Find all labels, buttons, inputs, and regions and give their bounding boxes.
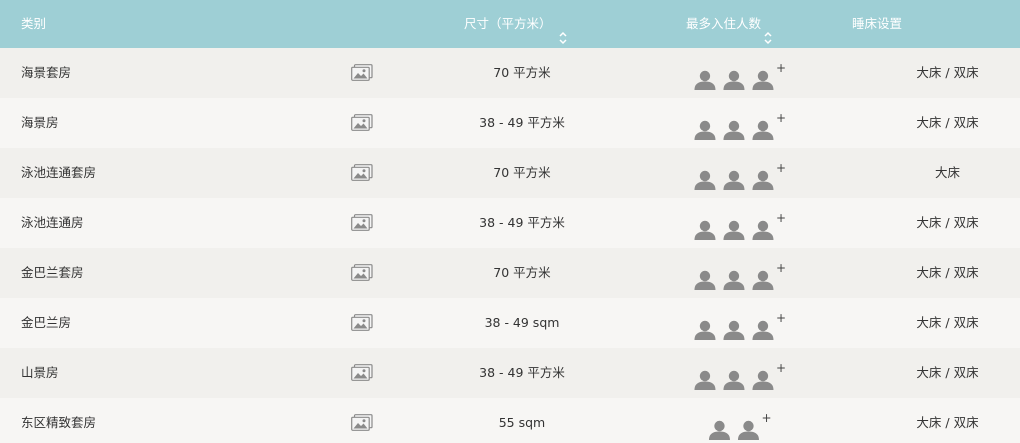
room-name: 泳池连通套房 — [21, 165, 97, 180]
room-name: 海景房 — [21, 115, 59, 130]
max-occupancy: + — [660, 98, 820, 148]
room-name: 金巴兰房 — [21, 315, 72, 330]
bed-setup: 大床 / 双床 — [916, 215, 979, 230]
person-icon — [752, 161, 774, 190]
bed-setup: 大床 / 双床 — [916, 65, 979, 80]
occupancy-plus: + — [775, 261, 787, 275]
room-name: 东区精致套房 — [21, 415, 97, 430]
person-icon — [723, 161, 745, 190]
room-table: 类别 尺寸（平方米） 最多入住人数 睡床设置 海景套房 70 平方米 + 大床 / 双… — [0, 0, 1020, 443]
room-name: 海景套房 — [21, 65, 72, 80]
photo-gallery-icon[interactable] — [351, 248, 373, 298]
sort-updown-icon[interactable] — [558, 17, 567, 44]
room-size: 70 平方米 — [493, 65, 551, 80]
photo-gallery-icon[interactable] — [351, 398, 373, 443]
room-size: 55 sqm — [498, 415, 546, 430]
sort-updown-icon[interactable] — [764, 17, 772, 44]
max-occupancy: + — [660, 198, 820, 248]
bed-setup: 大床 — [934, 165, 960, 180]
header-category-label: 类别 — [21, 16, 47, 31]
person-icon — [694, 361, 716, 390]
room-size: 70 平方米 — [493, 265, 551, 280]
person-icon — [752, 111, 774, 140]
header-size[interactable]: 尺寸（平方米） — [464, 0, 567, 48]
header-category: 类别 — [21, 0, 46, 48]
max-occupancy: + — [660, 48, 820, 98]
photo-gallery-icon[interactable] — [351, 298, 373, 348]
room-name: 金巴兰套房 — [21, 265, 84, 280]
header-bed-setup-label: 睡床设置 — [852, 16, 903, 31]
person-icon — [752, 61, 774, 90]
header-max-occupancy-label: 最多入住人数 — [686, 16, 762, 31]
bed-setup: 大床 / 双床 — [916, 365, 979, 380]
table-row: 金巴兰套房 70 平方米 + 大床 / 双床 — [0, 248, 1020, 298]
room-size: 38 - 49 平方米 — [479, 115, 565, 130]
table-row: 金巴兰房 38 - 49 sqm + 大床 / 双床 — [0, 298, 1020, 348]
occupancy-plus: + — [775, 61, 787, 75]
person-icon — [694, 261, 716, 290]
person-icon — [752, 261, 774, 290]
person-icon — [694, 61, 716, 90]
occupancy-plus: + — [775, 211, 787, 225]
bed-setup: 大床 / 双床 — [916, 115, 979, 130]
person-icon — [752, 311, 774, 340]
table-row: 海景套房 70 平方米 + 大床 / 双床 — [0, 48, 1020, 98]
bed-setup: 大床 / 双床 — [916, 265, 979, 280]
room-name: 泳池连通房 — [21, 215, 84, 230]
room-size: 38 - 49 平方米 — [479, 215, 565, 230]
photo-gallery-icon[interactable] — [351, 198, 373, 248]
person-icon — [723, 211, 745, 240]
room-size: 70 平方米 — [493, 165, 551, 180]
max-occupancy: + — [660, 398, 820, 443]
photo-gallery-icon[interactable] — [351, 48, 373, 98]
occupancy-plus: + — [761, 411, 772, 425]
table-row: 山景房 38 - 49 平方米 + 大床 / 双床 — [0, 348, 1020, 398]
photo-gallery-icon[interactable] — [351, 98, 373, 148]
person-icon — [694, 161, 716, 190]
table-header: 类别 尺寸（平方米） 最多入住人数 睡床设置 — [0, 0, 1020, 48]
occupancy-plus: + — [775, 361, 787, 375]
person-icon — [752, 361, 774, 390]
occupancy-plus: + — [775, 311, 787, 325]
header-bed-setup: 睡床设置 — [852, 0, 902, 48]
room-size: 38 - 49 sqm — [484, 315, 560, 330]
occupancy-plus: + — [775, 161, 787, 175]
max-occupancy: + — [660, 148, 820, 198]
person-icon — [737, 411, 759, 440]
bed-setup: 大床 / 双床 — [916, 315, 979, 330]
person-icon — [694, 211, 716, 240]
person-icon — [694, 111, 716, 140]
room-size: 38 - 49 平方米 — [479, 365, 565, 380]
table-row: 泳池连通房 38 - 49 平方米 + 大床 / 双床 — [0, 198, 1020, 248]
table-row: 泳池连通套房 70 平方米 + 大床 — [0, 148, 1020, 198]
person-icon — [723, 361, 745, 390]
person-icon — [752, 211, 774, 240]
header-max-occupancy[interactable]: 最多入住人数 — [686, 0, 772, 48]
room-name: 山景房 — [21, 365, 59, 380]
person-icon — [723, 311, 745, 340]
header-size-label: 尺寸（平方米） — [464, 16, 552, 31]
occupancy-plus: + — [775, 111, 787, 125]
person-icon — [694, 311, 716, 340]
max-occupancy: + — [660, 298, 820, 348]
photo-gallery-icon[interactable] — [351, 348, 373, 398]
table-row: 海景房 38 - 49 平方米 + 大床 / 双床 — [0, 98, 1020, 148]
person-icon — [708, 411, 730, 440]
person-icon — [723, 61, 745, 90]
table-row: 东区精致套房 55 sqm + 大床 / 双床 — [0, 398, 1020, 443]
person-icon — [723, 111, 745, 140]
max-occupancy: + — [660, 248, 820, 298]
photo-gallery-icon[interactable] — [351, 148, 373, 198]
person-icon — [723, 261, 745, 290]
max-occupancy: + — [660, 348, 820, 398]
bed-setup: 大床 / 双床 — [916, 415, 979, 430]
